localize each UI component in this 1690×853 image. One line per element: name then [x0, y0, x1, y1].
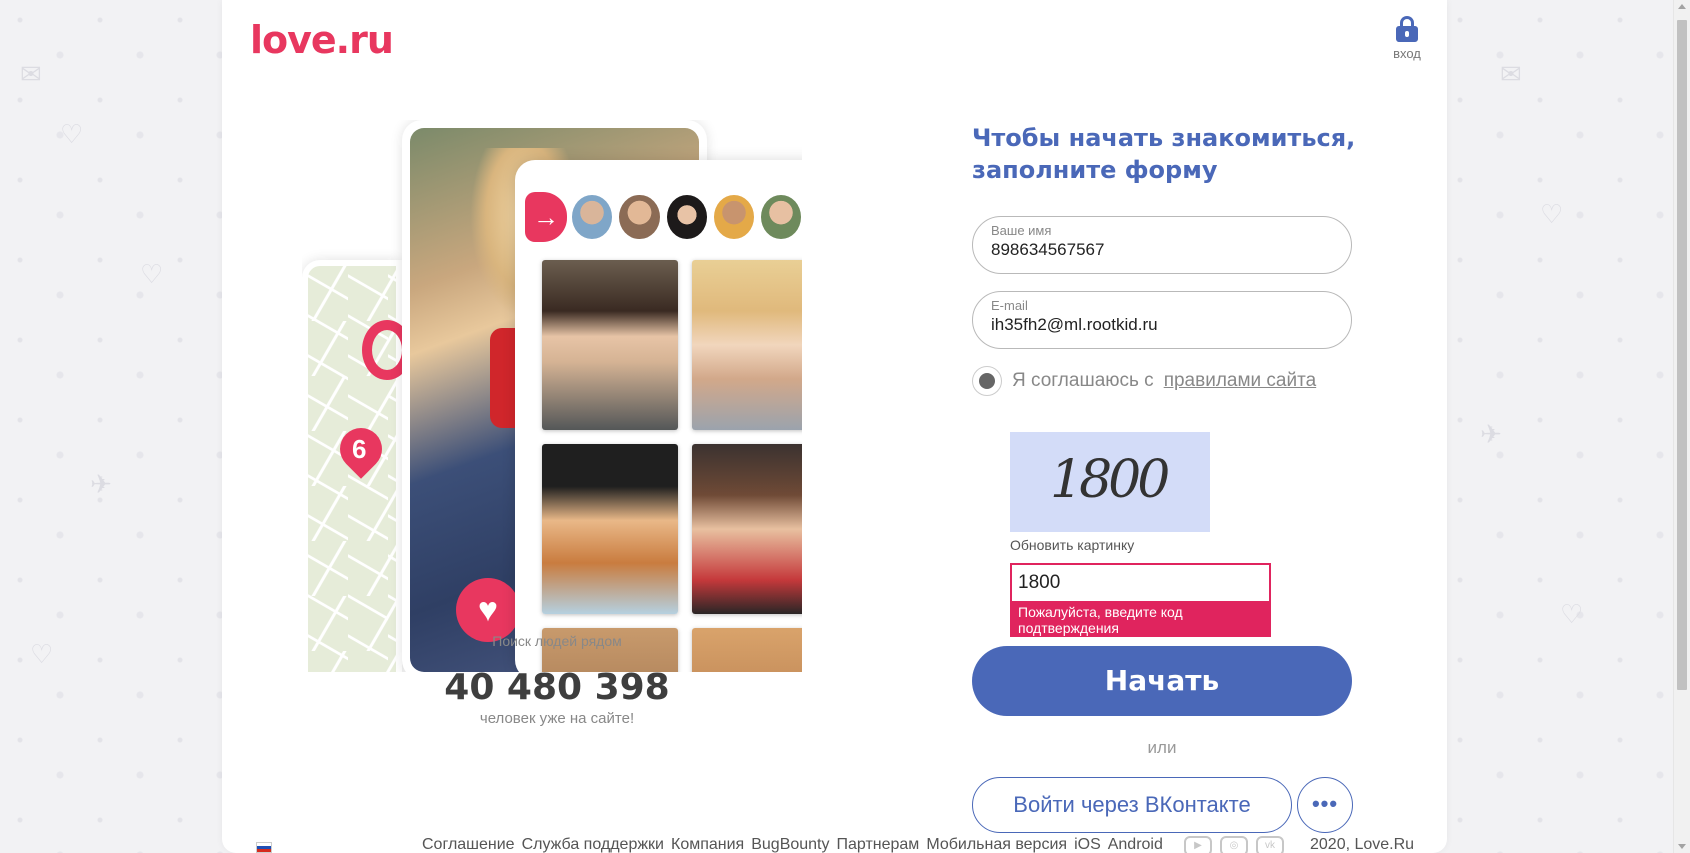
arrow-right-icon: → — [525, 192, 568, 242]
promo-illustration: 6 ♥ → — [302, 120, 802, 672]
footer-link-company[interactable]: Компания — [671, 836, 744, 853]
footer-links: Соглашение Служба поддержки Компания Bug… — [422, 836, 1163, 853]
bg-plane-icon: ✈ — [1480, 420, 1502, 450]
agree-row: Я соглашаюсь с правилами сайта — [972, 366, 1316, 396]
users-count: 40 480 398 — [444, 667, 670, 708]
scroll-thumb[interactable] — [1677, 20, 1687, 690]
footer-link-agreement[interactable]: Соглашение — [422, 836, 515, 853]
login-label: вход — [1393, 46, 1421, 61]
avatar — [711, 193, 757, 241]
lock-icon — [1396, 16, 1418, 42]
bg-heart-icon: ♡ — [60, 120, 84, 150]
photo-grid — [542, 260, 802, 672]
avatar — [617, 193, 662, 241]
footer-link-ios[interactable]: iOS — [1074, 836, 1101, 853]
email-field[interactable]: E-mail — [972, 291, 1352, 349]
profile-photo — [542, 444, 678, 614]
bg-envelope-icon: ✉ — [20, 60, 42, 90]
avatar-strip: → — [525, 192, 802, 242]
main-card: love.ru вход 6 ♥ → Поиск людей рядом 40 … — [222, 0, 1447, 853]
profile-photo — [692, 260, 802, 430]
avatar — [570, 193, 615, 241]
agree-text: Я соглашаюсь с — [1012, 370, 1154, 391]
bg-envelope-icon: ✉ — [1500, 60, 1522, 90]
bg-heart-icon: ♡ — [1560, 600, 1584, 630]
login-link[interactable]: вход — [1387, 16, 1427, 61]
name-input[interactable] — [991, 240, 1333, 260]
map-pin-number: 6 — [352, 434, 367, 464]
bg-heart-icon: ♡ — [140, 260, 164, 290]
youtube-icon[interactable]: ▶ — [1184, 836, 1212, 853]
instagram-icon[interactable]: ◎ — [1220, 836, 1248, 853]
rules-link[interactable]: правилами сайта — [1164, 370, 1316, 392]
captcha-text: 1800 — [1050, 450, 1170, 510]
avatar — [664, 193, 709, 241]
russian-flag-icon[interactable] — [256, 842, 272, 853]
or-separator: или — [1147, 738, 1177, 757]
bg-plane-icon: ✈ — [90, 470, 112, 500]
agree-checkbox[interactable] — [972, 366, 1002, 396]
name-label: Ваше имя — [991, 223, 1052, 238]
users-stat: Поиск людей рядом 40 480 398 человек уже… — [412, 633, 702, 727]
scroll-down-icon[interactable] — [1678, 844, 1686, 849]
social-icons: ▶ ◎ vk — [1184, 836, 1284, 853]
more-options-button[interactable]: ••• — [1297, 777, 1353, 833]
captcha-input[interactable] — [1010, 563, 1271, 603]
form-title: Чтобы начать знакомиться, заполните форм… — [972, 124, 1356, 184]
vk-icon[interactable]: vk — [1256, 836, 1284, 853]
vertical-scrollbar[interactable] — [1673, 0, 1690, 853]
start-button[interactable]: Начать — [972, 646, 1352, 716]
grid-card: → — [515, 160, 802, 672]
profile-photo — [692, 628, 802, 672]
footer-link-partners[interactable]: Партнерам — [837, 836, 920, 853]
users-caption: человек уже на сайте! — [479, 710, 635, 727]
search-caption: Поиск людей рядом — [492, 633, 622, 649]
footer-link-mobile[interactable]: Мобильная версия — [926, 836, 1067, 853]
footer: Соглашение Служба поддержки Компания Bug… — [222, 834, 1447, 853]
refresh-captcha-link[interactable]: Обновить картинку — [1010, 537, 1134, 553]
profile-photo — [542, 260, 678, 430]
name-field[interactable]: Ваше имя — [972, 216, 1352, 274]
footer-link-bugbounty[interactable]: BugBounty — [751, 836, 829, 853]
email-input[interactable] — [991, 315, 1333, 335]
logo[interactable]: love.ru — [250, 18, 394, 62]
bg-heart-icon: ♡ — [30, 640, 54, 670]
footer-link-support[interactable]: Служба поддержки — [522, 836, 664, 853]
vk-login-button[interactable]: Войти через ВКонтакте — [972, 777, 1292, 833]
avatar — [759, 193, 802, 241]
profile-photo — [692, 444, 802, 614]
copyright: 2020, Love.Ru — [1310, 836, 1415, 853]
footer-link-android[interactable]: Android — [1108, 836, 1163, 853]
captcha-image: 1800 — [1010, 432, 1210, 532]
scroll-up-icon[interactable] — [1678, 4, 1686, 9]
email-label: E-mail — [991, 298, 1028, 313]
captcha-error: Пожалуйста, введите код подтверждения — [1010, 603, 1271, 637]
bg-heart-icon: ♡ — [1540, 200, 1564, 230]
